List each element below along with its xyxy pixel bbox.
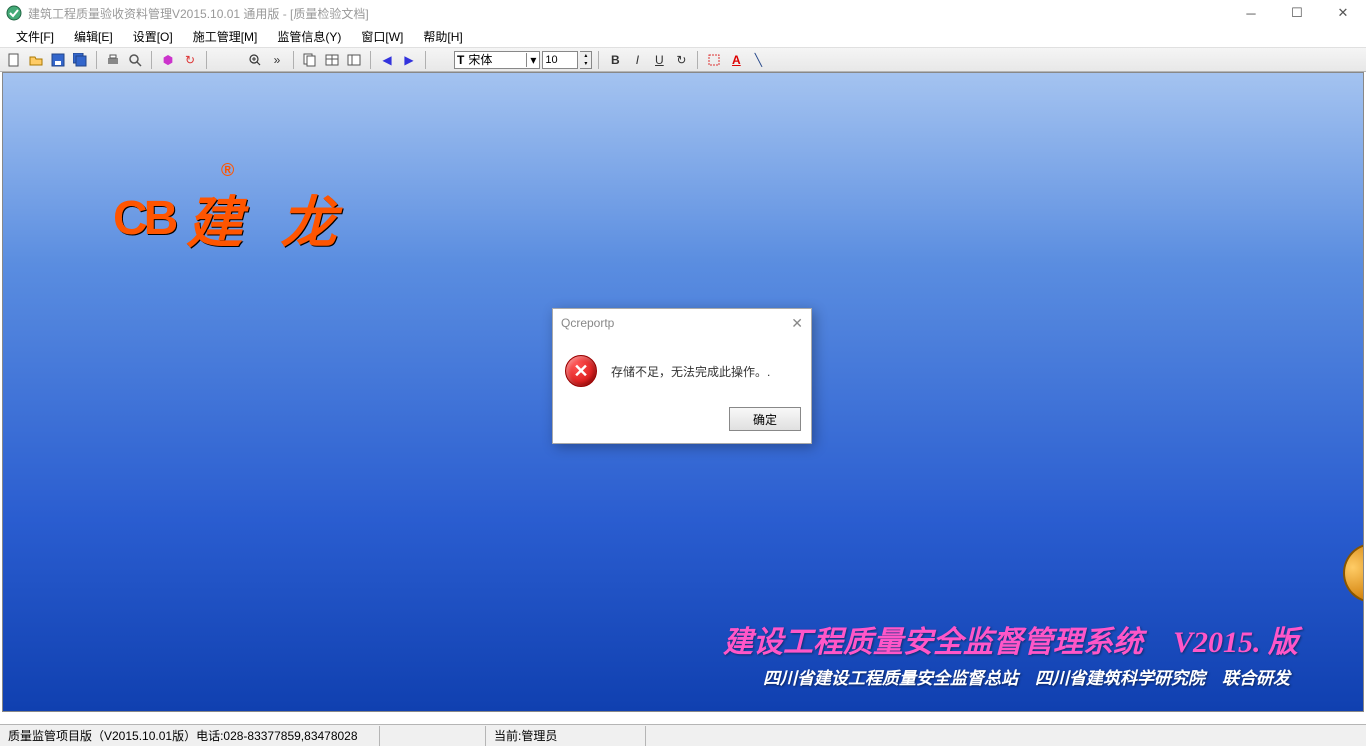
titlebar: 建筑工程质量验收资料管理V2015.10.01 通用版 - [质量检验文档] ─… xyxy=(0,0,1366,26)
status-version: 质量监管项目版（V2015.10.01版）电话:028-83377859,834… xyxy=(0,726,380,746)
toolbar-separator xyxy=(425,51,426,69)
logo-block: CB ® 建 龙 xyxy=(113,178,348,259)
minimize-button[interactable]: ─ xyxy=(1228,0,1274,26)
expand-icon[interactable]: » xyxy=(267,50,287,70)
banner-title: 建设工程质量安全监督管理系统 V2015. 版 xyxy=(723,617,1298,661)
ok-button[interactable]: 确定 xyxy=(729,407,801,431)
italic-button[interactable]: I xyxy=(627,50,647,70)
copy-icon[interactable] xyxy=(300,50,320,70)
line-icon[interactable]: ╲ xyxy=(748,50,768,70)
window-controls: ─ ☐ ✕ xyxy=(1228,0,1366,26)
app-icon xyxy=(6,5,22,21)
logo-brand: 建 龙 xyxy=(186,178,348,259)
toolbar-separator xyxy=(96,51,97,69)
preview-icon[interactable] xyxy=(125,50,145,70)
side-badge-icon xyxy=(1343,543,1364,603)
new-icon[interactable] xyxy=(4,50,24,70)
status-user: 当前:管理员 xyxy=(486,726,646,746)
dialog-close-button[interactable]: ✕ xyxy=(791,315,803,332)
rotate-icon[interactable]: ↻ xyxy=(671,50,691,70)
statusbar: 质量监管项目版（V2015.10.01版）电话:028-83377859,834… xyxy=(0,724,1366,746)
dialog-title-text: Qcreportp xyxy=(561,316,614,330)
toolbar-separator xyxy=(370,51,371,69)
menu-help[interactable]: 帮助[H] xyxy=(413,26,472,48)
toolbar-separator xyxy=(151,51,152,69)
dialog-message: 存储不足，无法完成此操作。. xyxy=(611,363,770,380)
font-size-input[interactable] xyxy=(542,51,578,69)
next-icon[interactable]: ▶ xyxy=(399,50,419,70)
font-size-spinner[interactable]: ▴▾ xyxy=(580,51,592,69)
underline-button[interactable]: U xyxy=(649,50,669,70)
refresh-icon[interactable]: ↻ xyxy=(180,50,200,70)
dialog-body: ✕ 存储不足，无法完成此操作。. xyxy=(553,337,811,399)
menu-settings[interactable]: 设置[O] xyxy=(123,26,183,48)
font-name-value: 宋体 xyxy=(466,51,526,68)
toolbar-separator xyxy=(293,51,294,69)
zoom-icon[interactable] xyxy=(245,50,265,70)
bold-button[interactable]: B xyxy=(605,50,625,70)
dropdown-icon[interactable]: ▾ xyxy=(526,53,539,67)
menubar: 文件[F] 编辑[E] 设置[O] 施工管理[M] 监管信息(Y) 窗口[W] … xyxy=(0,26,1366,48)
saveall-icon[interactable] xyxy=(70,50,90,70)
font-prefix-label: T xyxy=(455,53,466,67)
globe-icon[interactable]: ⬢ xyxy=(158,50,178,70)
font-select[interactable]: T 宋体 ▾ xyxy=(454,51,540,69)
toolbar-separator xyxy=(598,51,599,69)
toolbar-separator xyxy=(697,51,698,69)
menu-supervision[interactable]: 监管信息(Y) xyxy=(267,26,351,48)
menu-file[interactable]: 文件[F] xyxy=(6,26,64,48)
dialog-footer: 确定 xyxy=(553,399,811,443)
layout-icon[interactable] xyxy=(344,50,364,70)
prev-icon[interactable]: ◀ xyxy=(377,50,397,70)
save-icon[interactable] xyxy=(48,50,68,70)
dialog-titlebar: Qcreportp ✕ xyxy=(553,309,811,337)
banner-subtitle: 四川省建设工程质量安全监督总站 四川省建筑科学研究院 联合研发 xyxy=(763,664,1290,689)
print-icon[interactable] xyxy=(103,50,123,70)
table-icon[interactable] xyxy=(322,50,342,70)
registered-icon: ® xyxy=(221,160,234,181)
logo-mark: CB xyxy=(113,191,174,246)
border-icon[interactable] xyxy=(704,50,724,70)
open-icon[interactable] xyxy=(26,50,46,70)
menu-window[interactable]: 窗口[W] xyxy=(351,26,413,48)
window-title: 建筑工程质量验收资料管理V2015.10.01 通用版 - [质量检验文档] xyxy=(28,5,369,22)
maximize-button[interactable]: ☐ xyxy=(1274,0,1320,26)
menu-edit[interactable]: 编辑[E] xyxy=(64,26,123,48)
error-dialog: Qcreportp ✕ ✕ 存储不足，无法完成此操作。. 确定 xyxy=(552,308,812,444)
toolbar-separator xyxy=(206,51,207,69)
error-icon: ✕ xyxy=(565,355,597,387)
status-blank1 xyxy=(380,726,486,746)
status-blank2 xyxy=(646,726,1366,746)
toolbar: ⬢ ↻ » ◀ ▶ T 宋体 ▾ ▴▾ B I U ↻ A ╲ xyxy=(0,48,1366,72)
close-button[interactable]: ✕ xyxy=(1320,0,1366,26)
font-color-icon[interactable]: A xyxy=(726,50,746,70)
menu-construction[interactable]: 施工管理[M] xyxy=(183,26,268,48)
